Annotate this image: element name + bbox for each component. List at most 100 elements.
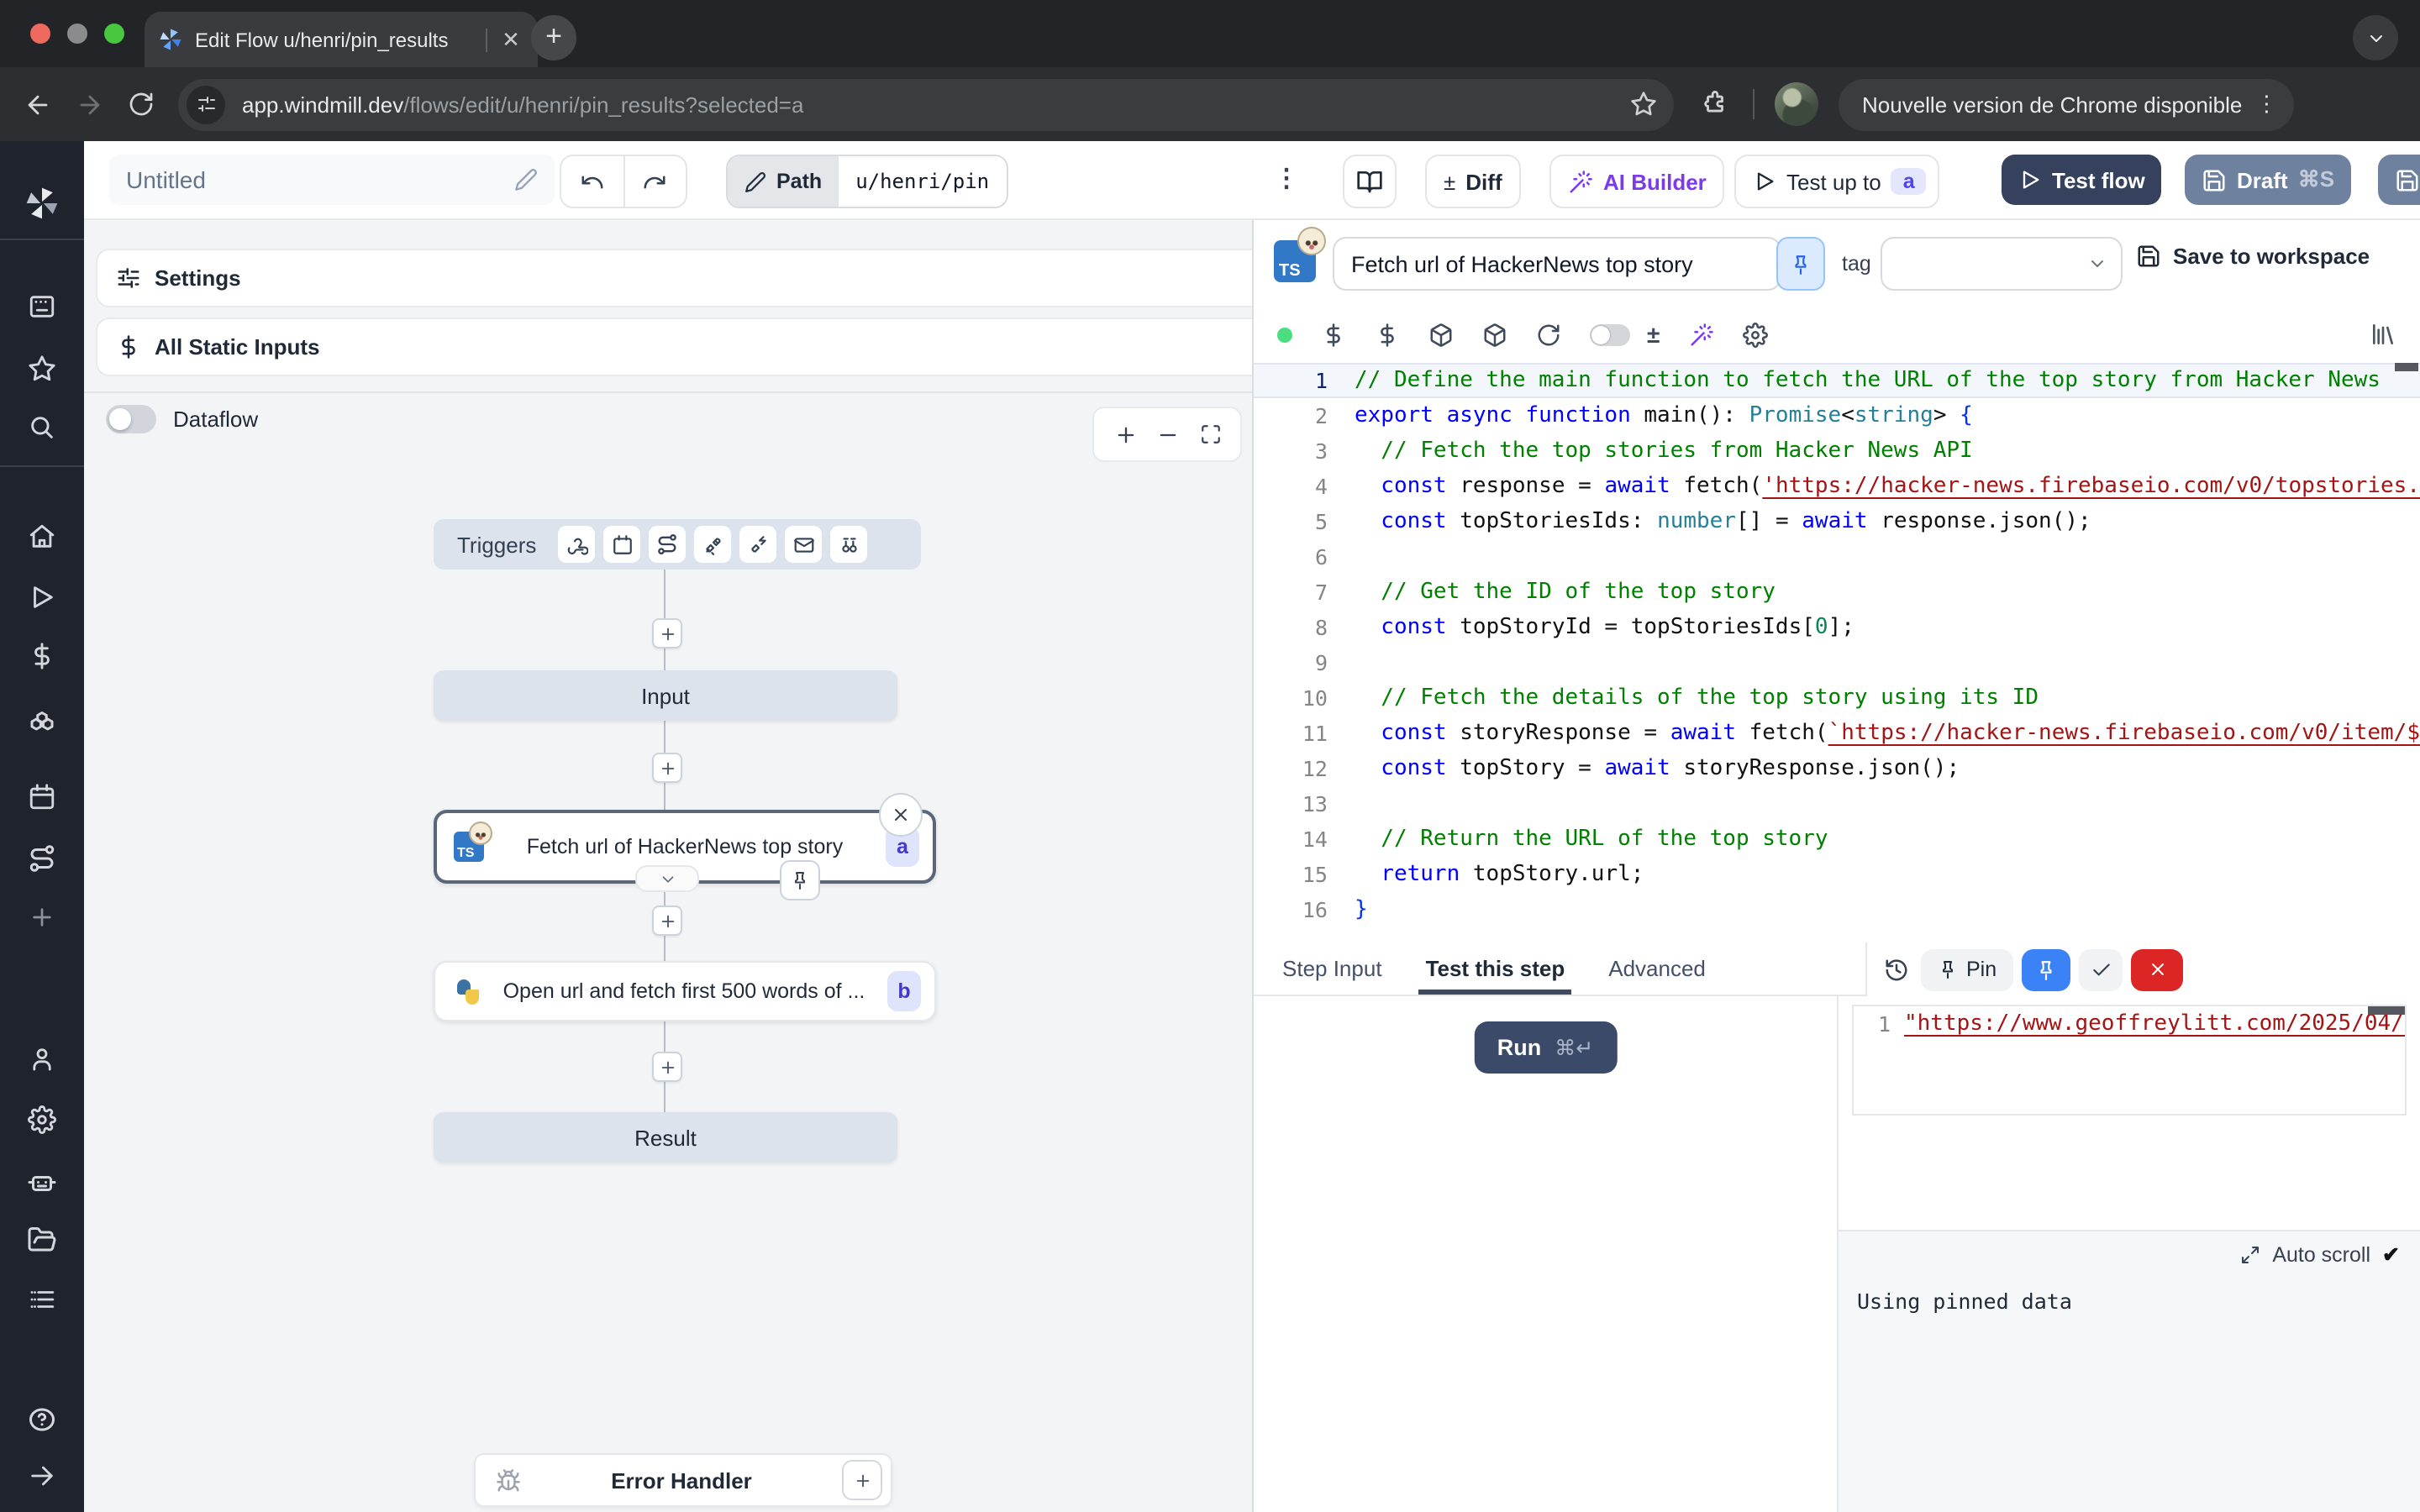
flow-settings-row[interactable]: Settings <box>96 249 1254 307</box>
new-tab-button[interactable]: + <box>531 15 576 60</box>
diff-icon[interactable]: ± <box>1647 321 1660 348</box>
sidebar-item-schedules[interactable] <box>28 783 56 811</box>
error-handler-node[interactable]: Error Handler <box>474 1453 892 1507</box>
run-button[interactable]: Run ⌘↵ <box>1474 1021 1617 1074</box>
undo-button[interactable] <box>561 156 624 207</box>
fit-view-icon[interactable] <box>1199 423 1221 445</box>
reload-icon[interactable] <box>1536 322 1561 347</box>
add-step-button[interactable] <box>652 618 682 648</box>
save-to-workspace-button[interactable]: Save to workspace <box>2136 244 2370 269</box>
check-icon[interactable]: ✔ <box>2382 1242 2400 1267</box>
resources-dollar-icon[interactable] <box>1375 322 1400 347</box>
dataflow-toggle[interactable] <box>106 405 156 433</box>
forward-button[interactable] <box>76 90 104 118</box>
sidebar-add-icon[interactable] <box>29 904 55 931</box>
result-node[interactable]: Result <box>434 1112 897 1163</box>
sidebar-item-variables[interactable] <box>28 642 56 670</box>
sidebar-item-settings[interactable] <box>28 1105 56 1134</box>
tab-test-this-step[interactable]: Test this step <box>1426 956 1565 995</box>
step-summary-input[interactable]: Fetch url of HackerNews top story <box>1333 237 1781 291</box>
sidebar-item-runs[interactable] <box>28 583 56 612</box>
ai-builder-button[interactable]: AI Builder <box>1549 155 1725 208</box>
editor-scrollbar[interactable] <box>2368 1006 2405 1015</box>
collapse-step-button[interactable] <box>635 865 699 892</box>
sidebar-item-folders[interactable] <box>27 1225 57 1255</box>
windmill-logo[interactable] <box>24 185 60 222</box>
add-error-handler-button[interactable] <box>842 1460 882 1500</box>
window-close-button[interactable] <box>30 24 50 44</box>
accept-pin-button[interactable] <box>2079 948 2123 990</box>
pin-step-button[interactable] <box>1776 237 1825 291</box>
site-settings-icon[interactable] <box>187 85 225 123</box>
event-stream-icon[interactable] <box>739 526 776 563</box>
tag-select[interactable] <box>1881 237 2123 291</box>
history-icon[interactable] <box>1884 957 1909 982</box>
package-icon[interactable] <box>1482 322 1507 347</box>
back-button[interactable] <box>24 90 52 118</box>
step-node-b[interactable]: Open url and fetch first 500 words of ..… <box>434 961 936 1021</box>
editor-scrollbar[interactable] <box>2395 363 2418 371</box>
sidebar-item-home[interactable] <box>28 522 56 551</box>
sidebar-item-workers[interactable] <box>27 1166 57 1196</box>
ai-wand-icon[interactable] <box>1688 322 1713 347</box>
browser-menu-icon[interactable]: ⋮ <box>2255 91 2277 118</box>
variables-icon[interactable] <box>1321 322 1346 347</box>
all-static-inputs-row[interactable]: All Static Inputs <box>96 318 1254 376</box>
zoom-in-icon[interactable] <box>1113 423 1137 446</box>
input-node[interactable]: Input <box>434 670 897 721</box>
bookmark-star-icon[interactable] <box>1630 91 1657 118</box>
triggers-node[interactable]: Triggers <box>434 519 921 570</box>
sidebar-expand-icon[interactable] <box>28 1462 56 1490</box>
add-step-button[interactable] <box>652 1052 682 1082</box>
tab-step-input[interactable]: Step Input <box>1282 956 1382 995</box>
test-flow-button[interactable]: Test flow <box>2002 155 2162 205</box>
window-minimize-button[interactable] <box>67 24 87 44</box>
docs-button[interactable] <box>1343 155 1397 208</box>
help-icon[interactable] <box>27 1404 57 1435</box>
remove-step-button[interactable] <box>879 793 923 837</box>
deploy-button[interactable]: Deploy <box>2378 155 2420 205</box>
pin-button[interactable]: Pin <box>1921 948 2013 990</box>
library-icon[interactable] <box>2370 321 2396 348</box>
http-route-icon[interactable] <box>649 526 686 563</box>
poll-icon[interactable] <box>830 526 867 563</box>
diff-button[interactable]: ± Diff <box>1425 155 1521 208</box>
tab-search-button[interactable] <box>2353 15 2398 60</box>
browser-tab[interactable]: Edit Flow u/henri/pin_results ✕ <box>145 12 538 67</box>
draft-button[interactable]: Draft ⌘S <box>2185 155 2351 205</box>
code-editor[interactable]: 1// Define the main function to fetch th… <box>1254 363 2420 942</box>
tab-advanced[interactable]: Advanced <box>1608 956 1706 995</box>
tab-close-icon[interactable]: ✕ <box>497 26 524 53</box>
redo-button[interactable] <box>624 156 686 207</box>
add-step-button[interactable] <box>652 753 682 783</box>
chrome-update-button[interactable]: Nouvelle version de Chrome disponible ⋮ <box>1839 78 2294 130</box>
sidebar-item-routes[interactable] <box>27 843 57 874</box>
search-icon[interactable] <box>28 413 56 442</box>
pinned-data-editor[interactable]: 1"https://www.geoffreylitt.com/2025/04/1… <box>1852 1005 2407 1116</box>
sidebar-item-resources[interactable] <box>27 704 57 734</box>
pinned-indicator[interactable] <box>780 860 820 900</box>
add-step-button[interactable] <box>652 906 682 936</box>
sidebar-item-audit-logs[interactable] <box>28 1285 56 1314</box>
websocket-icon[interactable] <box>694 526 731 563</box>
test-up-to-button[interactable]: Test up to a <box>1734 155 1940 208</box>
edit-pencil-icon[interactable] <box>514 168 538 192</box>
sidebar-item-users[interactable] <box>28 1045 56 1074</box>
flow-name-input[interactable]: Untitled <box>109 155 555 205</box>
path-control[interactable]: Path u/henri/pin <box>726 155 1007 208</box>
extensions-icon[interactable] <box>1701 90 1729 118</box>
package-icon[interactable] <box>1428 322 1454 347</box>
profile-avatar[interactable] <box>1775 82 1818 126</box>
pinned-active-button[interactable] <box>2022 948 2070 990</box>
remove-pin-button[interactable] <box>2131 948 2183 990</box>
window-zoom-button[interactable] <box>104 24 124 44</box>
editor-settings-icon[interactable] <box>1742 322 1767 347</box>
webhook-icon[interactable] <box>558 526 595 563</box>
more-options-icon[interactable]: ⋮ <box>1274 163 1299 193</box>
sidebar-item-apps[interactable] <box>28 292 56 321</box>
expand-icon[interactable] <box>2240 1244 2260 1264</box>
diff-mode-toggle[interactable] <box>1590 323 1630 345</box>
reload-button[interactable] <box>128 91 155 118</box>
sidebar-item-favorites[interactable] <box>28 354 56 383</box>
address-bar[interactable]: app.windmill.dev/flows/edit/u/henri/pin_… <box>178 78 1674 130</box>
